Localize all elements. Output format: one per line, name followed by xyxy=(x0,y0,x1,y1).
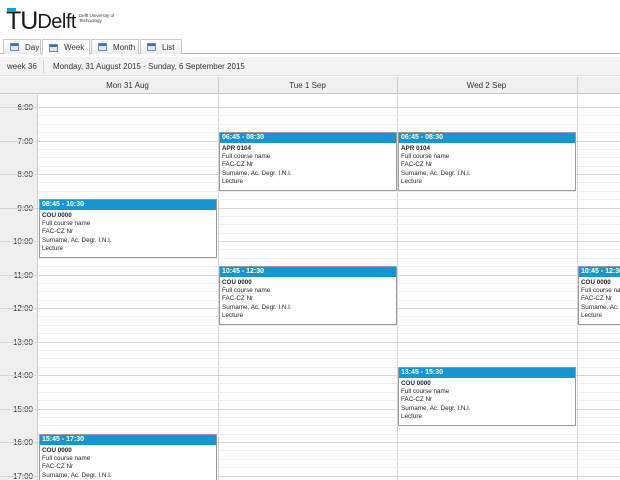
time-column: 6:007:008:009:0010:0011:0012:0013:0014:0… xyxy=(0,95,38,480)
event-course-name: Full course name xyxy=(42,220,91,228)
day-header-row: Mon 31 Aug Tue 1 Sep Wed 2 Sep xyxy=(0,77,620,94)
calendar-day-icon xyxy=(10,43,19,51)
quarter-line xyxy=(38,358,620,359)
event-type: Lecture xyxy=(401,177,423,185)
event-faculty: FAC-CZ Nr xyxy=(401,161,433,169)
calendar-event[interactable]: 10:45 - 12:30COU 0000Full course nameFAC… xyxy=(578,266,620,325)
calendar-month-icon xyxy=(98,43,107,51)
event-course-name: Full course name xyxy=(401,153,450,161)
event-details: COU 0000Full course nameFAC-CZ NrSurname… xyxy=(40,210,216,253)
week-bar: week 36 Monday, 31 August 2015 - Sunday,… xyxy=(0,57,620,76)
logo-subtitle: Delft University of Technology xyxy=(78,13,115,23)
calendar-list-icon xyxy=(147,43,156,51)
quarter-line xyxy=(38,115,620,116)
day-header-divider xyxy=(577,77,578,94)
event-faculty: FAC-CZ Nr xyxy=(401,396,433,404)
calendar-event[interactable]: 06:45 - 08:30 APR 0104 Full course name FAC… xyxy=(398,132,576,191)
event-time: 15:45 - 17:30 xyxy=(40,435,216,445)
date-range: Monday, 31 August 2015 - Sunday, 6 Septe… xyxy=(53,62,245,71)
event-teacher: Surname, Ac. Degr. I.N.I. xyxy=(222,169,292,177)
tab-list-label: List xyxy=(162,42,175,52)
logo-tu: TU xyxy=(6,7,38,35)
event-time: 10:45 - 12:30 xyxy=(579,267,620,277)
event-code: COU 0000 xyxy=(581,279,611,286)
event-details: APR 0104 Full course name FAC-CZ Nr Surname… xyxy=(220,143,396,186)
event-teacher: Surname, Ac. Degr. I.N.I. xyxy=(401,169,471,177)
quarter-line xyxy=(38,350,620,351)
event-faculty: FAC-CZ Nr xyxy=(222,295,254,303)
quarter-line xyxy=(38,124,620,125)
event-code: COU 0000 xyxy=(42,212,72,219)
event-details: APR 0104 Full course name FAC-CZ Nr Surname… xyxy=(399,143,575,186)
tab-week-label: Week xyxy=(64,43,85,52)
quarter-line xyxy=(38,333,620,334)
event-course-name: Full course name xyxy=(222,153,271,161)
event-course-name: Full course name xyxy=(42,455,91,463)
day-header-mon[interactable]: Mon 31 Aug xyxy=(38,81,217,90)
hour-line xyxy=(0,107,620,108)
day-header-tue[interactable]: Tue 1 Sep xyxy=(218,81,397,90)
event-course-name: Full course name xyxy=(222,287,271,295)
event-faculty: FAC-CZ Nr xyxy=(42,463,74,471)
event-teacher: Surname, Ac. Degr. I.N.I. xyxy=(42,471,112,479)
event-details: COU 0000Full course nameFAC-CZ NrSurname… xyxy=(399,378,575,421)
event-code: COU 0000 xyxy=(222,279,252,286)
event-course-name: Full course name xyxy=(401,388,450,396)
tab-day-label: Day xyxy=(25,42,40,52)
event-type: Lecture xyxy=(401,412,423,420)
tab-list[interactable]: List xyxy=(140,39,182,54)
calendar-event[interactable]: 06:45 - 08:30 APR 0104 Full course name FAC… xyxy=(219,132,397,191)
calendar-event[interactable]: 10:45 - 12:30COU 0000Full course nameFAC… xyxy=(219,266,397,325)
event-time: 10:45 - 12:30 xyxy=(220,267,396,277)
flame-icon xyxy=(7,8,16,12)
day-header-wed[interactable]: Wed 2 Sep xyxy=(397,81,576,90)
logo-delft: Delft xyxy=(37,11,76,33)
event-time: 13:45 - 15:30 xyxy=(399,368,575,378)
event-faculty: FAC-CZ Nr xyxy=(581,295,613,303)
calendar-grid: 6:007:008:009:0010:0011:0012:0013:0014:0… xyxy=(0,95,620,480)
tab-day[interactable]: Day xyxy=(3,39,41,54)
hour-line xyxy=(0,342,620,343)
quarter-line xyxy=(38,258,620,259)
week-divider xyxy=(43,60,44,73)
tab-month-label: Month xyxy=(113,42,136,52)
event-time: 06:45 - 08:30 xyxy=(399,133,575,143)
event-faculty: FAC-CZ Nr xyxy=(222,161,254,169)
event-details: COU 0000Full course nameFAC-CZ NrSurname… xyxy=(220,277,396,320)
event-code: COU 0000 xyxy=(42,447,72,454)
event-faculty: FAC-CZ Nr xyxy=(42,228,74,236)
quarter-line xyxy=(38,191,620,192)
event-details: COU 0000Full course nameFAC-CZ NrSurname… xyxy=(40,445,216,480)
tab-week[interactable]: Week xyxy=(42,39,90,55)
tab-month[interactable]: Month xyxy=(91,39,139,54)
event-teacher: Surname, Ac. Degr. I.N.I. xyxy=(581,303,620,311)
event-type: Lecture xyxy=(42,244,64,252)
event-teacher: Surname, Ac. Degr. I.N.I. xyxy=(222,303,292,311)
event-teacher: Surname, Ac. Degr. I.N.I. xyxy=(401,404,471,412)
calendar-event[interactable]: 13:45 - 15:30 COU 0000 Full course name FAC… xyxy=(398,367,576,426)
event-code: COU 0000 xyxy=(401,380,431,387)
event-code: APR 0104 xyxy=(222,145,252,152)
event-details: COU 0000Full course nameFAC-CZ NrSurname… xyxy=(579,277,620,320)
calendar-event[interactable]: 08:45 - 10:30 COU 0000 Full course name FAC… xyxy=(39,199,217,258)
view-tabs: Day Week Month List xyxy=(0,38,620,55)
calendar-week-icon xyxy=(49,43,58,52)
calendar-event[interactable]: 15:45 - 17:30 COU 0000 Full course name FAC… xyxy=(39,434,217,480)
event-time: 08:45 - 10:30 xyxy=(40,200,216,210)
quarter-line xyxy=(38,325,620,326)
event-type: Lecture xyxy=(222,177,244,185)
event-type: Lecture xyxy=(581,311,603,319)
week-number[interactable]: week 36 xyxy=(7,62,37,71)
event-time: 06:45 - 08:30 xyxy=(220,133,396,143)
event-type: Lecture xyxy=(222,311,244,319)
tudelft-logo: TU Delft Delft University of Technology xyxy=(6,7,119,35)
event-teacher: Surname, Ac. Degr. I.N.I. xyxy=(42,236,112,244)
event-code: APR 0104 xyxy=(401,145,431,152)
event-course-name: Full course name xyxy=(581,287,620,295)
